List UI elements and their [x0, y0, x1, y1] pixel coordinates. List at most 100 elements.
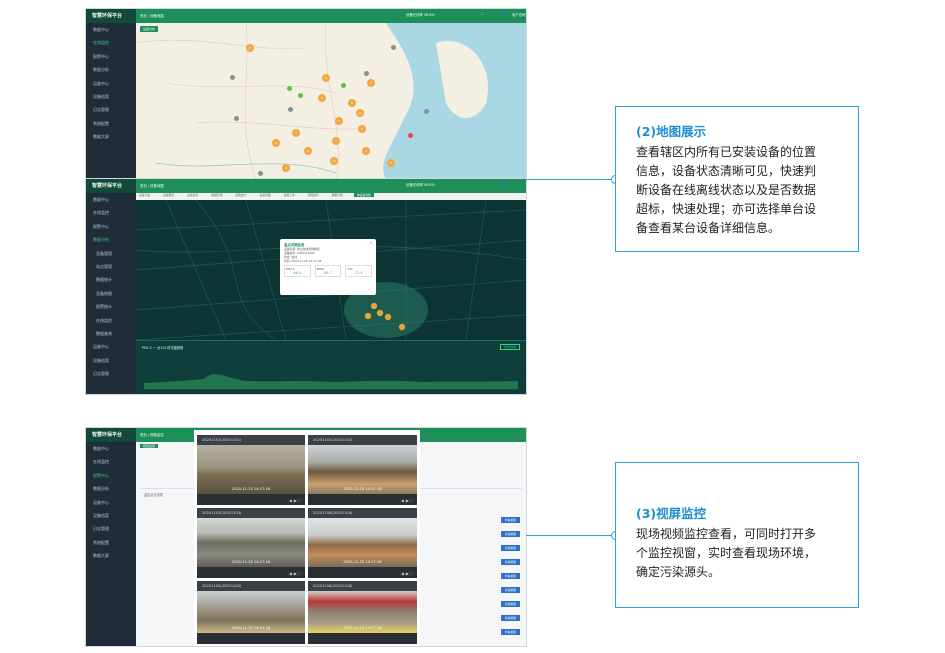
sidebar-item[interactable]: 数据中心 [86, 442, 136, 455]
device-pin[interactable]: 2 [332, 137, 340, 145]
sidebar-subitem[interactable]: 在线监控 [86, 314, 136, 327]
sidebar: 智慧环保平台 数据中心 在线监控 报警中心 数据分析 运维中心 设备档案 日志管… [86, 428, 136, 646]
device-pin[interactable]: 8 [348, 99, 356, 107]
device-pin[interactable]: 8 [272, 139, 280, 147]
device-pin[interactable]: 3 [292, 129, 300, 137]
camera-title: 20201106(20201106) [308, 581, 417, 591]
device-online[interactable] [286, 85, 292, 91]
sidebar-item[interactable]: 报警中心 [86, 220, 136, 233]
tab[interactable]: 设备监控 [187, 193, 198, 197]
sidebar-item[interactable]: 设备档案 [86, 354, 136, 367]
sidebar-subitem[interactable]: 设备管理 [86, 247, 136, 260]
device-offline[interactable] [390, 44, 396, 50]
view-video-button[interactable]: 查看视频 [501, 629, 520, 635]
close-icon[interactable]: × [370, 240, 373, 245]
history-button[interactable]: 历史详情 [499, 344, 520, 350]
device-pin[interactable]: 6 [322, 74, 330, 82]
sidebar-item-active[interactable]: 在线监控 [86, 36, 136, 49]
callout-line: 信息，设备状态清晰可见，快速判 [636, 164, 817, 178]
device-pin[interactable]: 4 [367, 79, 375, 87]
user-icon[interactable]: 👤 [504, 12, 508, 16]
device-online[interactable] [340, 82, 346, 88]
video-tile[interactable]: 20201101(20201101) 2020-11-25 14:17:18 ◉… [197, 435, 305, 505]
device-online[interactable] [297, 92, 303, 98]
device-alarm[interactable] [407, 132, 413, 138]
view-video-button[interactable]: 查看视频 [501, 545, 520, 551]
view-video-button[interactable]: 查看视频 [501, 587, 520, 593]
fullscreen-icon[interactable]: ⛶ [481, 12, 483, 16]
sidebar-item[interactable]: 系统配置 [86, 536, 136, 549]
sidebar-item[interactable]: 数据分析 [86, 482, 136, 495]
device-pin[interactable]: 7 [246, 44, 254, 52]
app-logo: 智慧环保平台 [86, 179, 136, 193]
video-controls-icon[interactable]: ◉ ▶ ⛶ [289, 498, 301, 503]
sidebar-subitem[interactable]: 数据查询 [86, 327, 136, 340]
device-offline[interactable] [423, 108, 429, 114]
device-offline[interactable] [233, 115, 239, 121]
device-pin[interactable]: 6 [304, 147, 312, 155]
sidebar-item[interactable]: 日志管理 [86, 367, 136, 380]
device-offline[interactable] [229, 74, 235, 80]
tab[interactable]: 数据查询 [211, 193, 222, 197]
view-video-button[interactable]: 查看视频 [501, 601, 520, 607]
tab-active[interactable]: 单设备详情 [353, 193, 374, 197]
device-pin[interactable]: 3 [335, 117, 343, 125]
device-pin[interactable]: 12 [356, 109, 364, 117]
sidebar-item[interactable]: 运维中心 [86, 340, 136, 353]
view-video-button[interactable]: 查看视频 [501, 559, 520, 565]
sidebar-item[interactable]: 系统配置 [86, 117, 136, 130]
device-pin[interactable]: 5 [318, 94, 326, 102]
tab[interactable]: 视频监控 [308, 193, 319, 197]
video-tile[interactable]: 20201104(20201104) 2020-11-25 14:17:18 ◉… [308, 508, 417, 578]
sidebar-subitem[interactable]: 数据统计 [86, 273, 136, 286]
sidebar-item[interactable]: 数据大屏 [86, 130, 136, 143]
device-pin[interactable]: 5 [387, 159, 395, 167]
video-tile[interactable]: 20201106(20201106) 2020-11-25 14:17:18 [308, 581, 417, 644]
device-pin[interactable]: 4 [282, 164, 290, 172]
tab[interactable]: 设备概况 [163, 193, 174, 197]
sidebar-item[interactable]: 日志管理 [86, 522, 136, 535]
map-canvas[interactable]: 设备分布 7 6 4 8 12 5 3 9 2 6 11 7 5 4 3 8 [136, 23, 526, 179]
sidebar-item-active[interactable]: 报警中心 [86, 469, 136, 482]
sidebar-item[interactable]: 数据分析 [86, 63, 136, 76]
video-timestamp: 2020-11-25 14:17:18 [231, 626, 271, 630]
sidebar-item[interactable]: 运维中心 [86, 496, 136, 509]
sidebar-item[interactable]: 在线监控 [86, 206, 136, 219]
sidebar-subitem[interactable]: 设备地图 [86, 287, 136, 300]
view-video-button[interactable]: 查看视频 [501, 517, 520, 523]
video-tile[interactable]: 20201102(20201102) 2020-11-25 14:17:18 ◉… [308, 435, 417, 505]
video-controls-icon[interactable]: ◉ ▶ ⛶ [289, 571, 301, 576]
device-pin[interactable]: 9 [358, 125, 366, 133]
device-pin[interactable]: 11 [330, 157, 338, 165]
tab-active[interactable]: 视频监控 [140, 444, 159, 448]
video-tile[interactable]: 20201103(20201103) 2020-11-25 14:17:18 ◉… [197, 508, 305, 578]
device-offline[interactable] [287, 106, 293, 112]
sidebar-item[interactable]: 数据大屏 [86, 549, 136, 562]
sidebar-subitem[interactable]: 报警统计 [86, 300, 136, 313]
device-offline[interactable] [363, 70, 369, 76]
view-video-button[interactable]: 查看视频 [501, 615, 520, 621]
sidebar-item[interactable]: 数据中心 [86, 193, 136, 206]
sidebar-subitem[interactable]: 站点管理 [86, 260, 136, 273]
user-icon[interactable]: 👤 [504, 182, 508, 186]
tab[interactable]: 设备列表 [139, 193, 150, 197]
sidebar-item-active[interactable]: 数据分析 [86, 233, 136, 246]
sidebar-item[interactable]: 运维中心 [86, 77, 136, 90]
device-pin[interactable]: 7 [362, 147, 370, 155]
sidebar-item[interactable]: 报警中心 [86, 50, 136, 63]
tab[interactable]: 报警统计 [235, 193, 246, 197]
tab[interactable]: 设备地图 [259, 193, 270, 197]
video-tile[interactable]: 20201105(20201105) 2020-11-25 14:17:18 [197, 581, 305, 644]
sidebar-item[interactable]: 设备档案 [86, 90, 136, 103]
view-video-button[interactable]: 查看视频 [501, 573, 520, 579]
view-video-button[interactable]: 查看视频 [501, 531, 520, 537]
tab[interactable]: 运维工单 [284, 193, 295, 197]
video-controls-icon[interactable]: ◉ ▶ ⛶ [401, 571, 413, 576]
tab[interactable]: 数据分析 [332, 193, 343, 197]
sidebar-item[interactable]: 设备档案 [86, 509, 136, 522]
video-controls-icon[interactable]: ◉ ▶ ⛶ [401, 498, 413, 503]
device-offline[interactable] [257, 170, 263, 176]
sidebar-item[interactable]: 日志管理 [86, 103, 136, 116]
sidebar-item[interactable]: 在线监控 [86, 455, 136, 468]
sidebar-item[interactable]: 数据中心 [86, 23, 136, 36]
